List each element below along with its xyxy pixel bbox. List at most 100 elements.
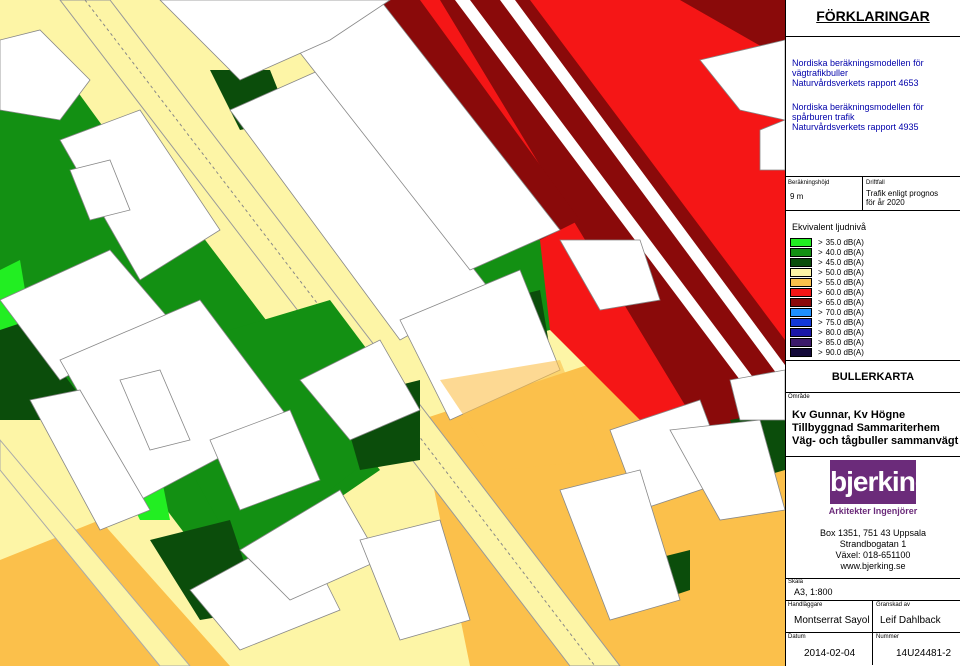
level-label: 35.0 dB(A) — [825, 238, 864, 247]
model-rail-line3: Naturvårdsverkets rapport 4935 — [792, 122, 919, 132]
area-text: Kv Gunnar, Kv Högne Tillbyggnad Sammarit… — [792, 409, 958, 448]
level-row: >60.0 dB(A) — [790, 288, 864, 298]
legend-header: FÖRKLARINGAR — [786, 0, 960, 37]
people-section: Handläggare Montserrat Sayol Granskad av… — [786, 600, 960, 633]
level-operator: > — [818, 328, 823, 337]
level-row: >45.0 dB(A) — [790, 258, 864, 268]
level-swatch — [790, 268, 812, 278]
level-row: >35.0 dB(A) — [790, 238, 864, 248]
level-swatch — [790, 258, 812, 268]
divider — [872, 632, 873, 665]
legend-heading: FÖRKLARINGAR — [816, 8, 930, 24]
level-swatch — [790, 248, 812, 258]
level-label: 55.0 dB(A) — [825, 278, 864, 287]
levels-section: Ekvivalent ljudnivå >35.0 dB(A) >40.0 dB(… — [786, 210, 960, 361]
level-operator: > — [818, 288, 823, 297]
level-operator: > — [818, 248, 823, 257]
area-label: Område — [788, 394, 810, 400]
divider — [862, 176, 863, 210]
model-road-line2: vägtrafikbuller — [792, 68, 849, 78]
area-line3: Väg- och tågbuller sammanvägt — [792, 435, 959, 447]
company-subtitle: Arkitekter Ingenjörer — [828, 506, 918, 516]
scale-section: Skala A3, 1:800 — [786, 578, 960, 601]
meta-section: Datum 2014-02-04 Nummer 14U24481-2 — [786, 632, 960, 665]
level-operator: > — [818, 308, 823, 317]
area-line2: Tillbyggnad Sammariterhem — [792, 422, 940, 434]
area-section: Område Kv Gunnar, Kv Högne Tillbyggnad S… — [786, 392, 960, 457]
case-value: Trafik enligt prognos för år 2020 — [866, 189, 938, 207]
level-swatch — [790, 308, 812, 318]
level-operator: > — [818, 268, 823, 277]
level-swatch — [790, 298, 812, 308]
address-line2: Strandbogatan 1 — [839, 539, 907, 549]
address-line4[interactable]: www.bjerking.se — [786, 561, 960, 572]
case-value-line2: för år 2020 — [866, 198, 905, 207]
handler-label: Handläggare — [788, 602, 823, 608]
model-road-line3: Naturvårdsverkets rapport 4653 — [792, 78, 919, 88]
level-label: 85.0 dB(A) — [825, 338, 864, 347]
calc-height-label: Beräkningshöjd — [788, 180, 830, 186]
model-rail: Nordiska beräkningsmodellen för spårbure… — [792, 102, 924, 132]
area-line1: Kv Gunnar, Kv Högne — [792, 409, 906, 421]
level-label: 45.0 dB(A) — [825, 258, 864, 267]
address-line3: Växel: 018-651100 — [835, 550, 911, 560]
noise-map-graphic — [0, 0, 785, 666]
date-label: Datum — [788, 634, 806, 640]
date-value: 2014-02-04 — [804, 648, 856, 659]
calc-height-value: 9 m — [790, 192, 804, 201]
map-type-section: BULLERKARTA — [786, 360, 960, 393]
levels-title: Ekvivalent ljudnivå — [792, 222, 867, 232]
company-section: bjerking Arkitekter Ingenjörer Box 1351,… — [786, 456, 960, 579]
level-swatch — [790, 318, 812, 328]
level-swatch — [790, 278, 812, 288]
map-type-title: BULLERKARTA — [831, 371, 915, 383]
level-operator: > — [818, 338, 823, 347]
level-label: 50.0 dB(A) — [825, 268, 864, 277]
level-operator: > — [818, 258, 823, 267]
level-row: >50.0 dB(A) — [790, 268, 864, 278]
calc-section: Beräkningshöjd 9 m Driftfall Trafik enli… — [786, 176, 960, 211]
level-label: 60.0 dB(A) — [825, 288, 864, 297]
level-row: >80.0 dB(A) — [790, 328, 864, 338]
level-row: >75.0 dB(A) — [790, 318, 864, 328]
level-operator: > — [818, 318, 823, 327]
model-rail-line2: spårburen trafik — [792, 112, 855, 122]
company-logo: bjerking — [830, 460, 932, 504]
level-label: 40.0 dB(A) — [825, 248, 864, 257]
level-swatch — [790, 348, 812, 358]
number-label: Nummer — [876, 634, 900, 640]
level-row: >40.0 dB(A) — [790, 248, 864, 258]
level-swatch — [790, 328, 812, 338]
level-label: 90.0 dB(A) — [825, 348, 864, 357]
number-value: 14U24481-2 — [896, 648, 952, 659]
level-operator: > — [818, 278, 823, 287]
level-label: 80.0 dB(A) — [825, 328, 864, 337]
model-section: Nordiska beräkningsmodellen för vägtrafi… — [786, 36, 960, 177]
level-swatch — [790, 338, 812, 348]
divider — [872, 600, 873, 632]
address-line1: Box 1351, 751 43 Uppsala — [819, 528, 927, 538]
level-operator: > — [818, 238, 823, 247]
model-road: Nordiska beräkningsmodellen för vägtrafi… — [792, 58, 924, 88]
level-row: >70.0 dB(A) — [790, 308, 864, 318]
level-operator: > — [818, 348, 823, 357]
model-road-line1: Nordiska beräkningsmodellen för — [792, 58, 924, 68]
reviewer-value: Leif Dahlback — [880, 615, 941, 626]
level-row: >55.0 dB(A) — [790, 278, 864, 288]
level-label: 75.0 dB(A) — [825, 318, 864, 327]
level-label: 65.0 dB(A) — [825, 298, 864, 307]
reviewer-label: Granskad av — [876, 602, 911, 608]
model-rail-line1: Nordiska beräkningsmodellen för — [792, 102, 924, 112]
scale-value: A3, 1:800 — [794, 587, 833, 597]
noise-map[interactable] — [0, 0, 786, 666]
level-operator: > — [818, 298, 823, 307]
level-label: 70.0 dB(A) — [825, 308, 864, 317]
level-row: >90.0 dB(A) — [790, 348, 864, 358]
case-value-line1: Trafik enligt prognos — [866, 189, 939, 198]
level-row: >85.0 dB(A) — [790, 338, 864, 348]
legend-panel: FÖRKLARINGAR Nordiska beräkningsmodellen… — [786, 0, 960, 666]
level-swatch — [790, 288, 812, 298]
level-row: >65.0 dB(A) — [790, 298, 864, 308]
case-label: Driftfall — [866, 180, 885, 186]
handler-value: Montserrat Sayol — [794, 615, 870, 626]
